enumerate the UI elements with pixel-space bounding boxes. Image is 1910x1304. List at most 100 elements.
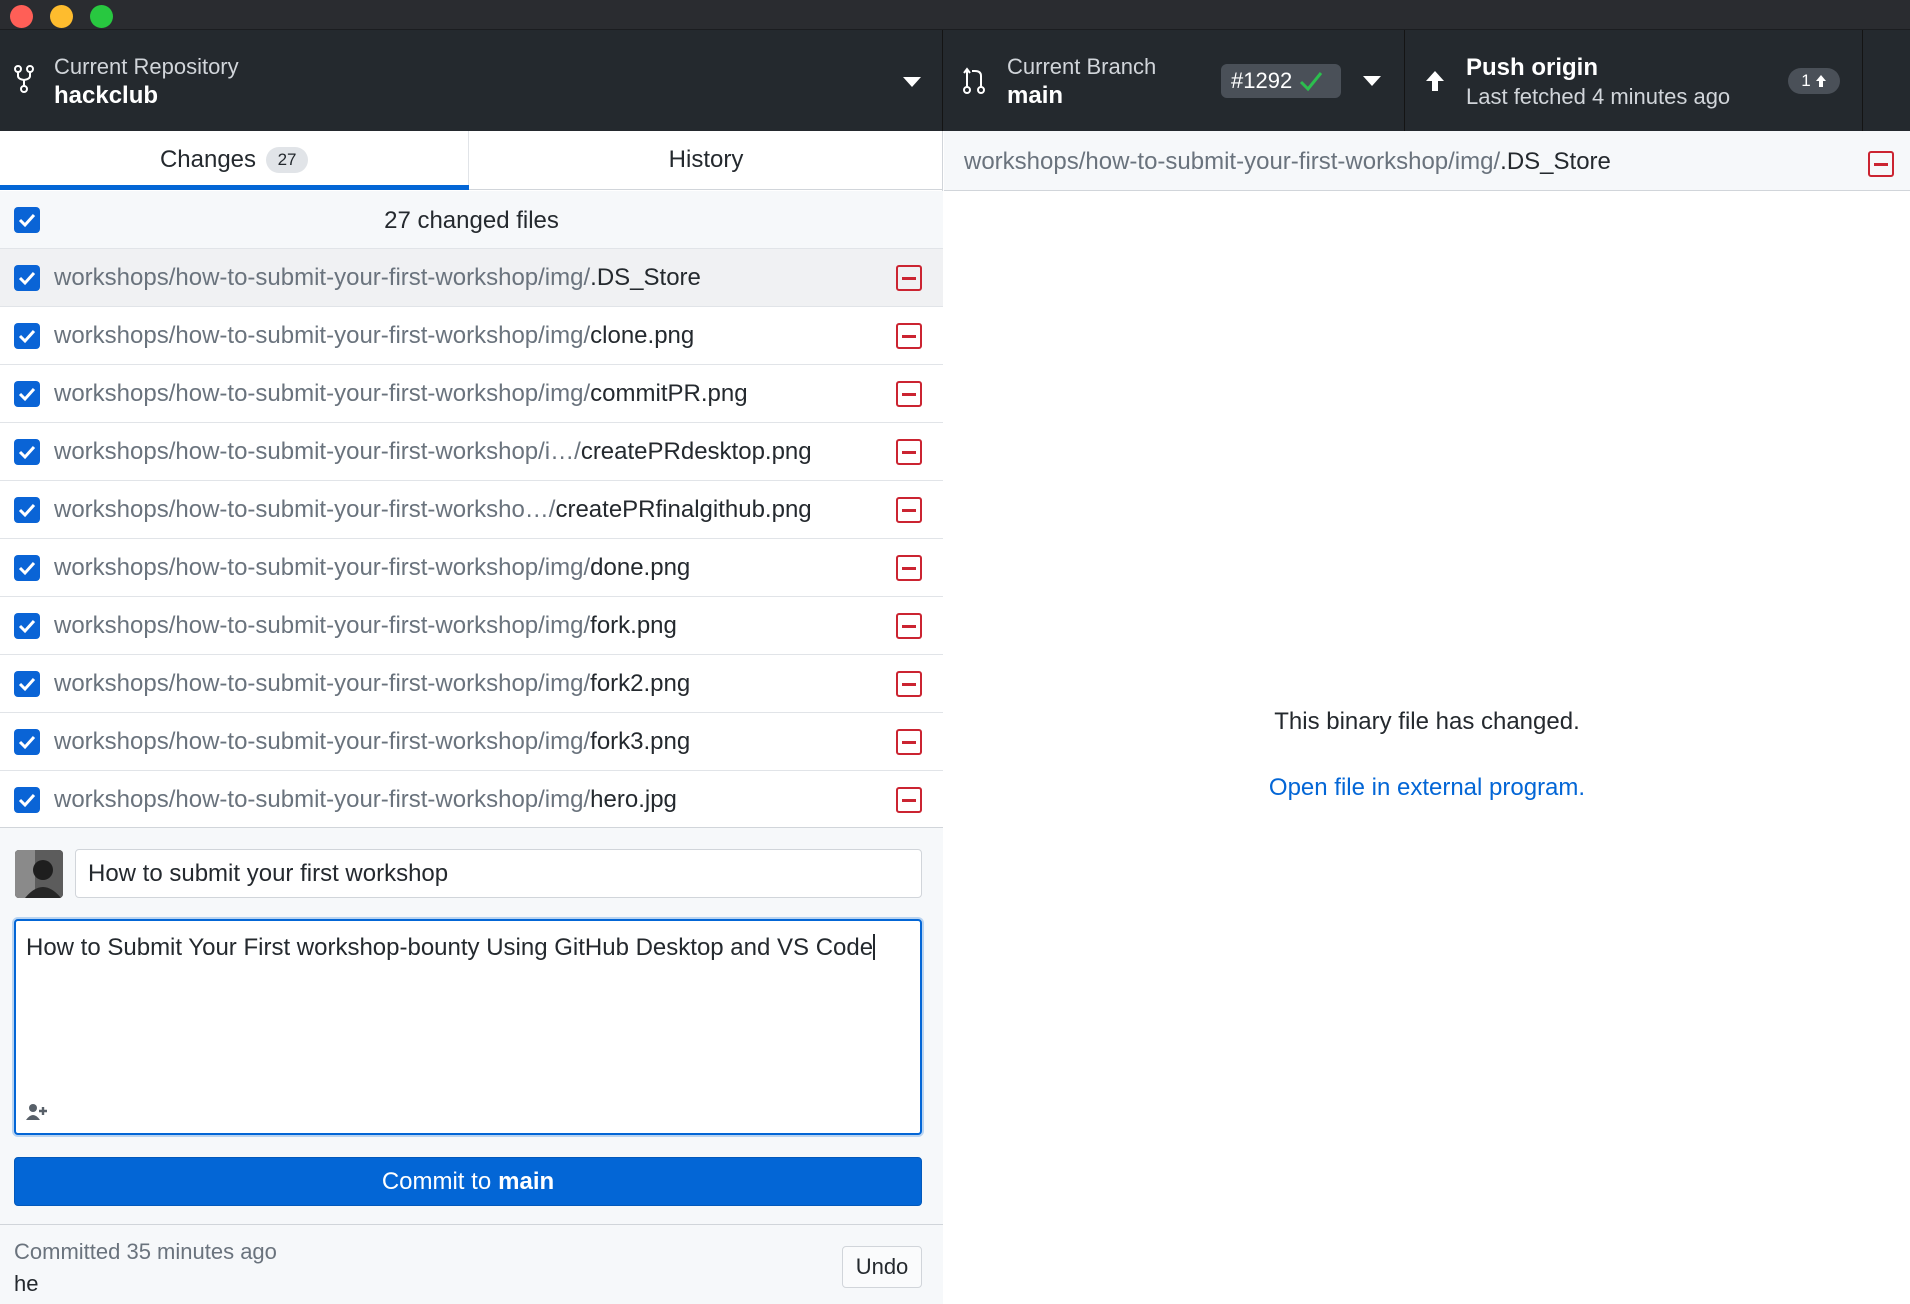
checkmark-icon [18, 271, 36, 286]
file-checkbox[interactable] [14, 381, 40, 407]
file-checkbox[interactable] [14, 497, 40, 523]
tab-changes-label: Changes [159, 146, 257, 173]
file-directory: workshops/how-to-submit-your-first-works… [54, 554, 591, 581]
binary-file-message: This binary file has changed. [1274, 708, 1580, 735]
file-row[interactable]: workshops/how-to-submit-your-first-works… [0, 307, 943, 365]
file-row[interactable]: workshops/how-to-submit-your-first-works… [0, 655, 943, 713]
open-external-link[interactable]: Open file in external program. [944, 774, 1910, 802]
file-row[interactable]: workshops/how-to-submit-your-first-works… [0, 539, 943, 597]
file-row[interactable]: workshops/how-to-submit-your-first-works… [0, 771, 943, 829]
chevron-down-icon [1363, 76, 1381, 86]
pull-request-badge[interactable]: #1292 [1221, 64, 1341, 98]
tab-history-label: History [668, 146, 744, 173]
changes-sidebar: Changes 27 History 27 changed files work… [0, 131, 943, 1304]
file-name: createPRdesktop.png [580, 438, 812, 465]
file-directory: workshops/how-to-submit-your-first-works… [54, 322, 591, 349]
file-row[interactable]: workshops/how-to-submit-your-first-works… [0, 481, 943, 539]
diff-file-name: .DS_Store [1500, 148, 1611, 175]
file-directory: workshops/how-to-submit-your-first-works… [54, 786, 591, 813]
file-deleted-icon [896, 613, 922, 639]
commit-description-field[interactable]: How to Submit Your First workshop-bounty… [14, 919, 922, 1135]
file-directory: workshops/how-to-submit-your-first-works… [54, 728, 591, 755]
close-window-button[interactable] [10, 5, 33, 28]
file-checkbox[interactable] [14, 323, 40, 349]
push-label: Push origin [1466, 54, 1598, 81]
file-name: fork.png [590, 612, 677, 639]
file-path: workshops/how-to-submit-your-first-works… [54, 670, 690, 698]
toolbar: Current Repository hackclub Current Bran… [0, 30, 1910, 131]
file-path: workshops/how-to-submit-your-first-works… [54, 438, 812, 466]
push-origin-button[interactable]: Push origin Last fetched 4 minutes ago 1 [1405, 30, 1863, 131]
file-row[interactable]: workshops/how-to-submit-your-first-works… [0, 365, 943, 423]
text-cursor [873, 934, 876, 960]
commit-summary-input[interactable] [75, 849, 922, 898]
file-checkbox[interactable] [14, 671, 40, 697]
tab-history[interactable]: History [469, 131, 943, 189]
file-checkbox[interactable] [14, 613, 40, 639]
file-row[interactable]: workshops/how-to-submit-your-first-works… [0, 597, 943, 655]
file-path: workshops/how-to-submit-your-first-works… [54, 496, 812, 524]
ahead-count: 1 [1801, 71, 1811, 90]
file-checkbox[interactable] [14, 787, 40, 813]
file-directory: workshops/how-to-submit-your-first-works… [54, 264, 591, 291]
diff-panel: workshops/how-to-submit-your-first-works… [944, 131, 1910, 1304]
checkmark-icon [18, 387, 36, 402]
commit-description-value: How to Submit Your First workshop-bounty… [26, 934, 874, 961]
pr-number: #1292 [1231, 68, 1293, 93]
checkmark-icon [18, 561, 36, 576]
file-row[interactable]: workshops/how-to-submit-your-first-works… [0, 713, 943, 771]
add-co-author-icon[interactable] [26, 1103, 50, 1126]
file-name: fork3.png [590, 728, 691, 755]
changes-count-badge: 27 [266, 147, 309, 173]
file-row[interactable]: workshops/how-to-submit-your-first-works… [0, 249, 943, 307]
commit-button-branch: main [498, 1167, 555, 1195]
commit-description-text: How to Submit Your First workshop-bounty… [26, 933, 886, 963]
git-branch-icon [961, 65, 987, 95]
file-directory: workshops/how-to-submit-your-first-works… [54, 496, 556, 523]
repository-label: Current Repository [54, 54, 239, 79]
file-name: clone.png [590, 322, 695, 349]
checkmark-icon [18, 619, 36, 634]
changed-files-count: 27 changed files [384, 207, 559, 234]
last-fetched-text: Last fetched 4 minutes ago [1466, 84, 1731, 109]
file-deleted-icon [896, 671, 922, 697]
file-checkbox[interactable] [14, 439, 40, 465]
zoom-window-button[interactable] [90, 5, 113, 28]
file-deleted-icon [1868, 151, 1894, 177]
file-name: hero.jpg [590, 786, 677, 813]
tab-changes[interactable]: Changes 27 [0, 131, 469, 190]
file-path: workshops/how-to-submit-your-first-works… [54, 380, 748, 408]
changed-files-list: workshops/how-to-submit-your-first-works… [0, 249, 943, 829]
file-row[interactable]: workshops/how-to-submit-your-first-works… [0, 423, 943, 481]
file-deleted-icon [896, 265, 922, 291]
checkmark-icon [18, 793, 36, 808]
file-name: commitPR.png [590, 380, 748, 407]
file-path: workshops/how-to-submit-your-first-works… [54, 322, 694, 350]
repository-selector[interactable]: Current Repository hackclub [0, 30, 943, 131]
file-name: done.png [590, 554, 691, 581]
check-icon [1300, 72, 1323, 92]
file-directory: workshops/how-to-submit-your-first-works… [54, 612, 591, 639]
github-desktop-window: Current Repository hackclub Current Bran… [0, 0, 1910, 1304]
file-deleted-icon [896, 439, 922, 465]
file-directory: workshops/how-to-submit-your-first-works… [54, 380, 591, 407]
branch-label: Current Branch [1007, 54, 1157, 79]
repo-fork-icon [12, 64, 36, 94]
commit-button[interactable]: Commit to main [14, 1157, 922, 1206]
diff-header: workshops/how-to-submit-your-first-works… [944, 131, 1910, 191]
checkmark-icon [18, 677, 36, 692]
file-checkbox[interactable] [14, 729, 40, 755]
file-checkbox[interactable] [14, 555, 40, 581]
tab-bar: Changes 27 History [0, 131, 943, 190]
avatar [15, 850, 63, 898]
diff-file-directory: workshops/how-to-submit-your-first-works… [964, 148, 1501, 175]
file-directory: workshops/how-to-submit-your-first-works… [54, 670, 591, 697]
checkmark-icon [18, 445, 36, 460]
undo-button[interactable]: Undo [842, 1246, 922, 1288]
minimize-window-button[interactable] [50, 5, 73, 28]
file-checkbox[interactable] [14, 265, 40, 291]
arrow-up-icon [1815, 75, 1826, 87]
branch-selector[interactable]: Current Branch main #1292 [943, 30, 1405, 131]
file-path: workshops/how-to-submit-your-first-works… [54, 264, 701, 292]
